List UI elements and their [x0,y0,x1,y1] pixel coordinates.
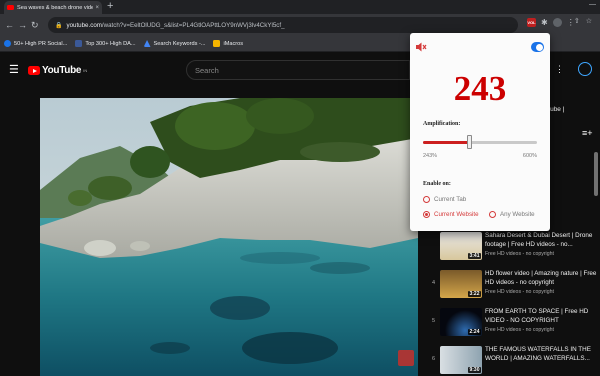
sbi-icon [75,40,83,47]
bookmark-label: Top 300+ High DA... [85,40,136,47]
video-channel: Free HD videos - no copyright [485,289,554,295]
option-label: Current Website [434,211,479,218]
video-thumbnail: 9:30 [440,346,482,374]
more-options-icon[interactable]: ⋮ [555,64,564,75]
volume-amplifier-popup: 243 Amplification: 243% 600% Enable on: … [410,33,550,231]
wordpress-icon [4,40,11,47]
video-duration: 9:30 [467,367,481,373]
bookmark-star-icon[interactable]: ☆ [586,17,592,25]
bookmark-item[interactable]: 50+ High PR Social... [4,40,67,47]
item-number: 5 [432,318,436,324]
video-channel: Free HD videos - no copyright [485,327,554,333]
lock-icon: 🔒 [55,22,63,29]
tab-strip: Sea waves & beach drone video | × + — [0,0,600,14]
address-bar[interactable]: 🔒 youtube.com /watch?v=EeltOlUDG_s&list=… [48,17,518,33]
new-tab-button[interactable]: + [107,0,113,13]
amplification-slider-thumb[interactable] [466,135,472,149]
option-any-website[interactable]: Any Website [489,211,535,218]
back-icon[interactable]: ← [5,18,14,32]
reload-icon[interactable]: ↻ [31,18,39,32]
url-host: youtube.com [66,21,102,29]
option-current-website[interactable]: Current Website [423,211,479,218]
amplification-slider-fill [423,141,470,144]
playlist-item[interactable]: 5 2:24 FROM EARTH TO SPACE | Free HD VID… [432,308,600,336]
video-thumbnail: 3:41 [440,232,482,260]
bookmark-item[interactable]: Search Keywords -... [143,40,206,47]
bookmark-item[interactable]: Top 300+ High DA... [75,40,136,47]
amplification-slider-track[interactable] [423,141,537,144]
video-title: HD flower video | Amazing nature | Free … [485,270,597,286]
omnibox-actions: ⇧ ☆ [574,17,592,25]
slider-max-label: 600% [522,153,537,159]
option-label: Current Tab [434,196,467,203]
profile-avatar-icon[interactable] [552,18,562,27]
enable-on-label: Enable on: [423,181,451,187]
bookmark-folder[interactable]: iMacros [213,40,243,47]
radio-current-tab[interactable] [423,196,430,203]
video-thumbnail: 3:22 [440,270,482,298]
hamburger-menu-icon[interactable]: ☰ [9,63,19,76]
url-path: /watch?v=EeltOlUDG_s&list=PL4GtlOAPttLOY… [101,21,285,29]
video-frame-image [40,98,418,376]
tab-title: Sea waves & beach drone video | [17,4,94,11]
video-player[interactable] [40,98,418,376]
tab-close-icon[interactable]: × [95,5,99,11]
sidebar-scrollbar[interactable] [594,152,598,196]
bookmark-label: iMacros [223,40,244,47]
google-ads-icon [143,40,151,47]
playlist-item[interactable]: 6 9:30 THE FAMOUS WATERFALLS IN THE WORL… [432,346,600,374]
minimize-icon[interactable]: — [589,1,596,8]
volume-amplifier-extension-icon[interactable]: VOL [527,18,536,27]
logo-text: YouTube [42,65,82,76]
item-number: 4 [432,280,436,286]
slider-min-label: 243% [423,153,438,159]
video-thumbnail: 2:24 [440,308,482,336]
playlist-item[interactable]: 4 3:22 HD flower video | Amazing nature … [432,270,600,298]
option-current-tab[interactable]: Current Tab [423,196,466,203]
tab-youtube[interactable]: Sea waves & beach drone video | × [4,1,102,14]
video-channel: Free HD videos - no copyright [485,251,554,257]
sign-in-avatar-icon[interactable] [578,62,592,76]
search-input[interactable]: Search [186,60,410,80]
forward-icon[interactable]: → [18,18,27,32]
mute-speaker-icon[interactable] [415,41,427,53]
video-duration: 2:24 [467,329,481,335]
bookmark-label: Search Keywords -... [153,40,206,47]
radio-current-website[interactable] [423,211,430,218]
video-duration: 3:22 [467,291,481,297]
bookmark-label: 50+ High PR Social... [14,40,68,47]
youtube-favicon-icon [7,5,14,10]
enable-toggle[interactable] [531,42,544,52]
video-title: THE FAMOUS WATERFALLS IN THE WORLD | AMA… [485,346,591,362]
option-label: Any Website [500,211,535,218]
youtube-logo[interactable]: YouTube IN [28,65,87,76]
extensions-puzzle-icon[interactable]: ✱ [541,18,548,27]
chrome-menu-icon[interactable]: ⋮ [567,18,575,27]
radio-any-website[interactable] [489,211,496,218]
share-icon[interactable]: ⇧ [574,17,580,25]
amplification-value: 243 [453,69,507,108]
extension-icons: VOL ✱ ⋮ [527,18,575,27]
video-title: FROM EARTH TO SPACE | Free HD VIDEO - NO… [485,308,589,324]
youtube-play-icon [28,66,40,75]
folder-icon [213,40,221,47]
item-number: 6 [432,356,436,362]
video-title: Sahara Desert & Dubai Desert | Drone foo… [485,232,593,248]
amplification-label: Amplification: [423,121,461,127]
video-duration: 3:41 [467,253,481,259]
logo-region: IN [83,68,88,73]
save-playlist-icon[interactable]: ≡+ [582,128,593,138]
channel-watermark-icon[interactable] [398,350,414,366]
window-controls[interactable]: — [589,1,596,8]
playlist-item[interactable]: 3:41 Sahara Desert & Dubai Desert | Dron… [440,232,600,260]
